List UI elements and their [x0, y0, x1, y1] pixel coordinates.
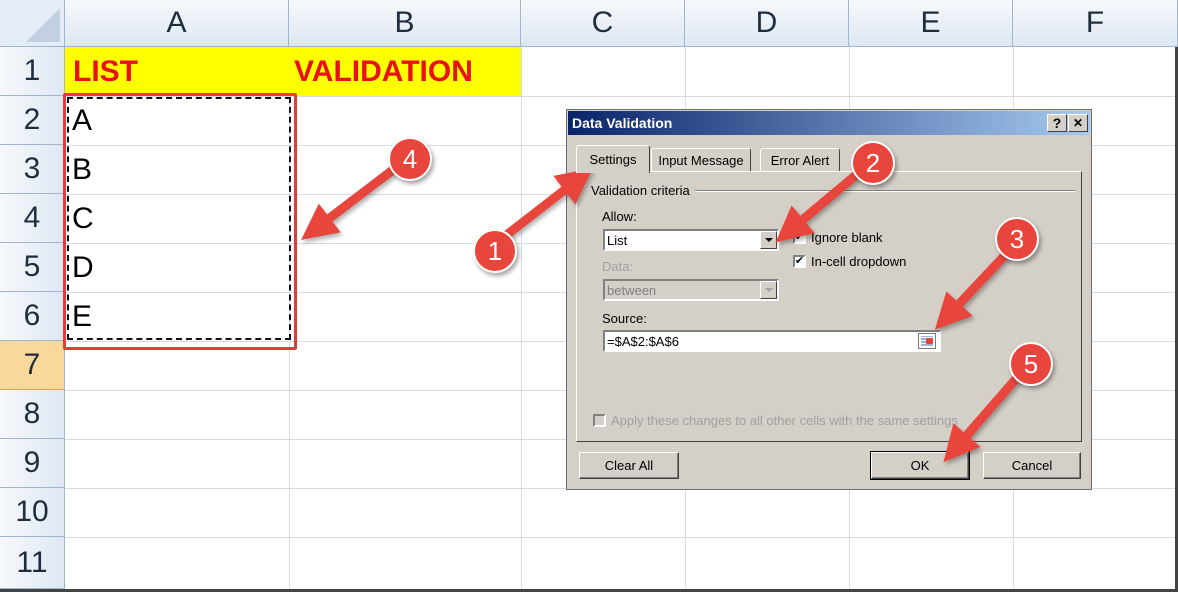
column-header-b[interactable]: B — [289, 0, 521, 47]
help-button[interactable]: ? — [1047, 114, 1067, 132]
row-header-3[interactable]: 3 — [0, 145, 65, 194]
row-header-4[interactable]: 4 — [0, 194, 65, 243]
row-header-1[interactable]: 1 — [0, 47, 65, 96]
apply-all-label: Apply these changes to all other cells w… — [611, 413, 958, 428]
tab-input-message[interactable]: Input Message — [651, 148, 751, 172]
row-header-7[interactable]: 7 — [0, 341, 65, 390]
allow-combo[interactable]: List — [603, 229, 779, 251]
cell-b1[interactable]: VALIDATION — [289, 47, 521, 96]
row-header-11[interactable]: 11 — [0, 537, 65, 589]
data-combo: between — [603, 279, 779, 301]
source-label: Source: — [602, 311, 647, 326]
cell-a1[interactable]: LIST — [65, 47, 289, 96]
row-header-9[interactable]: 9 — [0, 439, 65, 488]
annotation-badge-3: 3 — [995, 217, 1039, 261]
annotation-badge-2: 2 — [851, 141, 895, 185]
collapse-range-icon[interactable] — [918, 333, 936, 349]
row-header-6[interactable]: 6 — [0, 292, 65, 341]
annotation-badge-5: 5 — [1009, 342, 1053, 386]
annotation-badge-1: 1 — [473, 229, 517, 273]
data-label: Data: — [602, 259, 634, 274]
in-cell-dropdown-checkbox[interactable]: ✔ — [793, 255, 806, 268]
column-header-a[interactable]: A — [65, 0, 289, 47]
in-cell-dropdown-label[interactable]: In-cell dropdown — [811, 254, 906, 269]
column-header-d[interactable]: D — [685, 0, 849, 47]
column-header-f[interactable]: F — [1013, 0, 1178, 47]
select-all-corner[interactable] — [0, 0, 65, 47]
data-validation-dialog: Data Validation ? ✕ Settings Input Messa… — [566, 109, 1092, 490]
annotation-badge-4: 4 — [388, 137, 432, 181]
tab-error-alert[interactable]: Error Alert — [760, 148, 840, 172]
column-header-c[interactable]: C — [521, 0, 685, 47]
cancel-button[interactable]: Cancel — [983, 452, 1081, 479]
dialog-title: Data Validation — [572, 115, 673, 131]
allow-value: List — [607, 233, 628, 248]
settings-panel: Validation criteria Allow: List ✔ Ignore… — [576, 171, 1082, 442]
allow-dropdown-arrow-icon[interactable] — [760, 231, 777, 249]
column-header-e[interactable]: E — [849, 0, 1013, 47]
data-dropdown-arrow-icon — [760, 281, 777, 299]
allow-label: Allow: — [602, 209, 637, 224]
close-button[interactable]: ✕ — [1068, 114, 1088, 132]
source-input[interactable]: =$A$2:$A$6 — [603, 330, 941, 352]
row-header-2[interactable]: 2 — [0, 96, 65, 145]
validation-criteria-label: Validation criteria — [591, 183, 693, 198]
apply-all-checkbox — [593, 414, 606, 427]
dialog-title-bar[interactable]: Data Validation ? ✕ — [568, 111, 1090, 135]
tab-settings[interactable]: Settings — [576, 145, 650, 173]
row-header-10[interactable]: 10 — [0, 488, 65, 537]
row-header-8[interactable]: 8 — [0, 390, 65, 439]
ignore-blank-label[interactable]: Ignore blank — [811, 230, 883, 245]
ok-button[interactable]: OK — [870, 451, 970, 480]
clear-all-button[interactable]: Clear All — [579, 452, 679, 479]
data-value: between — [607, 283, 657, 298]
highlight-box-list-range — [63, 93, 297, 350]
ignore-blank-checkbox[interactable]: ✔ — [793, 231, 806, 244]
row-header-5[interactable]: 5 — [0, 243, 65, 292]
